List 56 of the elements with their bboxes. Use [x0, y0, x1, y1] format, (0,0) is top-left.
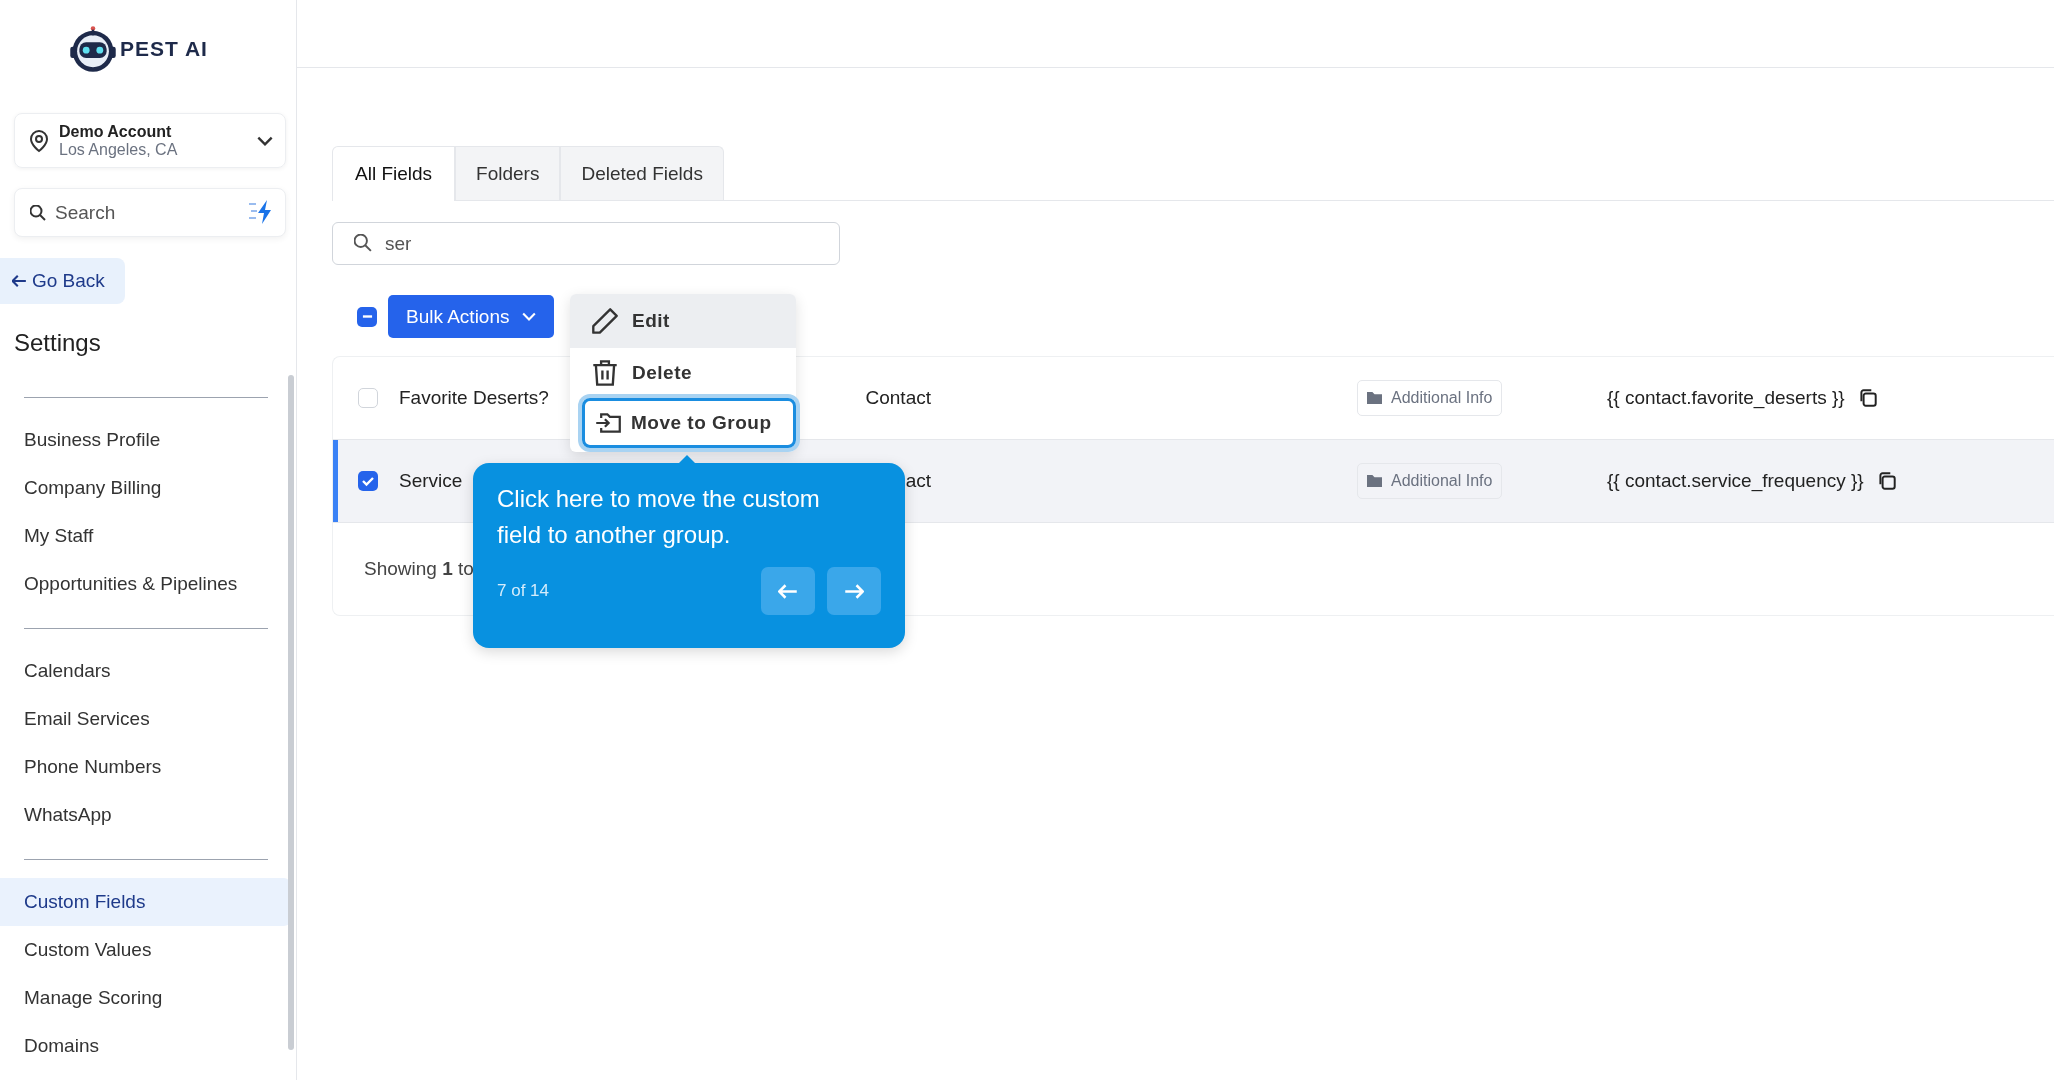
field-name: Service: [399, 470, 463, 492]
pencil-icon: [592, 308, 618, 334]
chevron-down-icon: [521, 312, 536, 321]
search-icon: [30, 205, 46, 221]
sidebar-item[interactable]: Calendars: [0, 647, 290, 695]
object-type: act: [904, 470, 931, 492]
search-field[interactable]: Search: [14, 188, 286, 237]
folder-icon: [1367, 475, 1382, 487]
search-icon: [354, 234, 372, 252]
arrow-left-icon: [12, 275, 27, 287]
logo-text: PEST AI: [120, 37, 208, 61]
tab[interactable]: All Fields: [332, 146, 456, 201]
minus-icon: [361, 315, 373, 318]
object-type: Contact: [864, 387, 931, 409]
tab[interactable]: Folders: [455, 146, 561, 200]
folder-tag: Additional Info: [1357, 463, 1503, 499]
sidebar-item[interactable]: Manage Scoring: [0, 974, 290, 1022]
folder-icon: [1367, 392, 1382, 404]
row-checkbox[interactable]: [358, 388, 378, 408]
bulk-actions-button[interactable]: Bulk Actions: [388, 295, 554, 338]
field-name: Favorite Deserts?: [399, 387, 549, 409]
sidebar-item[interactable]: Business Profile: [0, 416, 290, 464]
sidebar-item[interactable]: My Staff: [0, 512, 290, 560]
location-pin-icon: [27, 127, 51, 154]
previous-button[interactable]: [761, 567, 815, 615]
go-back-button[interactable]: Go Back: [0, 258, 125, 304]
merge-key: {{ contact.favorite_deserts }}: [1607, 387, 1845, 409]
search-field[interactable]: ser: [332, 222, 840, 265]
sidebar-item[interactable]: Domains: [0, 1022, 290, 1070]
sidebar-item[interactable]: Custom Fields: [0, 878, 290, 926]
sidebar-item[interactable]: Phone Numbers: [0, 743, 290, 791]
sidebar-item[interactable]: Company Billing: [0, 464, 290, 512]
scrollbar[interactable]: [288, 375, 294, 1050]
arrow-right-icon: [844, 583, 864, 599]
folder-arrow-icon: [595, 413, 621, 433]
sidebar-item[interactable]: Custom Values: [0, 926, 290, 974]
settings-heading: Settings: [13, 328, 102, 357]
folder-tag: Additional Info: [1357, 380, 1503, 416]
account-name: Demo Account: [59, 122, 173, 141]
sidebar-item[interactable]: Opportunities & Pipelines: [0, 560, 290, 608]
menu-item[interactable]: Edit: [570, 294, 796, 348]
next-button[interactable]: [827, 567, 881, 615]
account-switcher[interactable]: Demo Account Los Angeles, CA: [14, 113, 286, 168]
chevron-down-icon: [257, 135, 273, 146]
arrow-left-icon: [778, 583, 798, 599]
merge-key: {{ contact.service_frequency }}: [1607, 470, 1864, 492]
tab[interactable]: Deleted Fields: [560, 146, 724, 200]
pagination-summary: Showing 1 to: [364, 558, 474, 580]
step-counter: 7 of 14: [497, 581, 549, 601]
sidebar-item[interactable]: WhatsApp: [0, 791, 290, 839]
row-checkbox[interactable]: [358, 471, 378, 491]
select-all-checkbox[interactable]: [357, 306, 377, 327]
sidebar-item[interactable]: Email Services: [0, 695, 290, 743]
account-location: Los Angeles, CA: [59, 140, 179, 159]
robot-logo-icon: [68, 24, 119, 74]
trash-icon: [592, 360, 618, 386]
